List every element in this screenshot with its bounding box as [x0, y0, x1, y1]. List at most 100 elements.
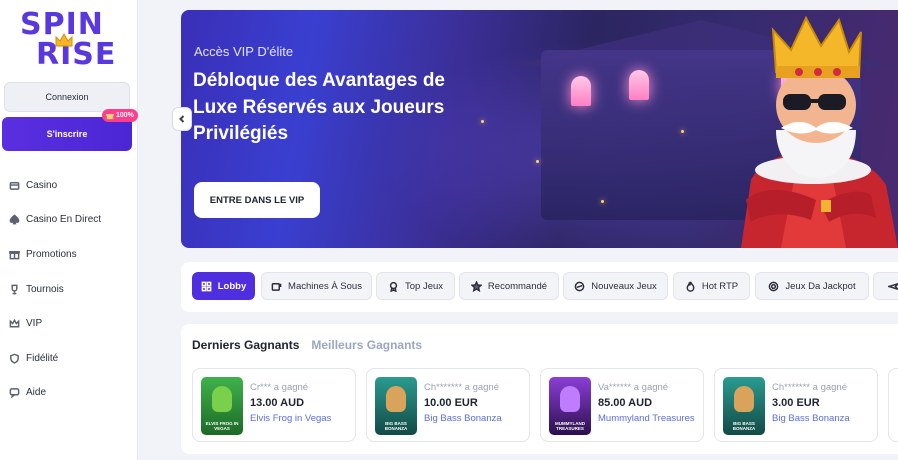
login-button[interactable]: Connexion [4, 82, 130, 112]
banner-sparkle [681, 130, 684, 133]
tab-label: Recommandé [487, 280, 548, 292]
tab-label: Machines À Sous [288, 280, 362, 292]
crown-icon [9, 318, 20, 328]
tab-label: Top Jeux [404, 280, 444, 292]
winner-card[interactable]: ELVIS FROG IN VEGAS Cr*** a gagné 13.00 … [192, 368, 356, 442]
tab-more[interactable] [873, 272, 898, 300]
star-icon [470, 280, 482, 292]
sidebar-item-tournaments[interactable]: Tournois [0, 272, 137, 307]
sidebar-item-label: Casino [26, 179, 58, 191]
winner-name: Ch******* a gagné [772, 382, 848, 393]
game-link[interactable]: Big Bass Bonanza [772, 413, 850, 424]
sidebar-item-vip[interactable]: VIP [0, 306, 137, 341]
winner-card-partial[interactable] [888, 368, 898, 442]
shield-icon [10, 353, 19, 364]
tab-new-games[interactable]: Nouveaux Jeux [563, 272, 668, 300]
sidebar-item-label: Fidélité [26, 352, 59, 364]
collapse-sidebar-button[interactable] [172, 107, 192, 131]
winners-tabs: Derniers Gagnants Meilleurs Gagnants [192, 338, 422, 352]
sidebar: SPIN RISE Connexion S'inscrire 100% Casi… [0, 0, 138, 460]
tab-hot-rtp[interactable]: Hot RTP [673, 272, 750, 300]
banner-window-decor [571, 76, 591, 106]
game-thumbnail: BIG BASS BONANZA [723, 377, 765, 435]
winner-card[interactable]: BIG BASS BONANZA Ch******* a gagné 10.00… [366, 368, 530, 442]
tab-jackpot-games[interactable]: Jeux Da Jackpot [755, 272, 869, 300]
chat-icon [9, 388, 20, 399]
banner-sparkle [481, 120, 484, 123]
banner-kicker: Accès VIP D'élite [194, 44, 294, 59]
mummy-figure [560, 386, 580, 412]
thumbnail-title: MUMMYLAND TREASURES [555, 421, 585, 431]
bonus-badge-text: 100% [116, 112, 134, 119]
win-amount: 85.00 AUD [598, 397, 653, 409]
winner-name: Cr*** a gagné [250, 382, 309, 393]
new-icon [574, 281, 585, 291]
sidebar-item-help[interactable]: Aide [0, 376, 137, 411]
tab-label: Jeux Da Jackpot [785, 280, 856, 292]
casino-icon [9, 181, 20, 190]
chevron-left-icon [179, 115, 185, 123]
winner-card[interactable]: BIG BASS BONANZA Ch******* a gagné 3.00 … [714, 368, 878, 442]
fisherman-figure [734, 386, 754, 412]
sidebar-item-loyalty[interactable]: Fidélité [0, 341, 137, 376]
sidebar-item-live-casino[interactable]: Casino En Direct [0, 203, 137, 238]
jackpot-icon [769, 281, 779, 291]
sidebar-item-promotions[interactable]: Promotions [0, 237, 137, 272]
medal-icon [389, 281, 398, 292]
game-link[interactable]: Elvis Frog in Vegas [250, 413, 331, 424]
winner-card[interactable]: MUMMYLAND TREASURES Va****** a gagné 85.… [540, 368, 704, 442]
sidebar-item-label: VIP [26, 318, 43, 330]
winner-name: Ch******* a gagné [424, 382, 500, 393]
spinrise-logo[interactable]: SPIN RISE [20, 10, 120, 72]
game-link[interactable]: Big Bass Bonanza [424, 413, 502, 424]
winners-section: Derniers Gagnants Meilleurs Gagnants ELV… [181, 324, 898, 454]
sidebar-item-label: Tournois [26, 283, 64, 295]
tab-label: Nouveaux Jeux [591, 280, 657, 292]
trophy-icon [11, 284, 18, 294]
logo-line2: RISE [36, 37, 117, 72]
tab-best-winners[interactable]: Meilleurs Gagnants [311, 338, 422, 352]
tab-latest-winners[interactable]: Derniers Gagnants [192, 338, 299, 352]
game-thumbnail: ELVIS FROG IN VEGAS [201, 377, 243, 435]
sidebar-item-label: Promotions [26, 248, 77, 260]
spade-icon [9, 214, 20, 225]
frog-figure [212, 386, 232, 412]
sidebar-item-casino[interactable]: Casino [0, 168, 137, 203]
logo-crown-icon [55, 32, 73, 47]
win-amount: 3.00 EUR [772, 397, 820, 409]
tab-slots[interactable]: Machines À Sous [261, 272, 372, 300]
flame-icon [686, 280, 695, 292]
win-amount: 10.00 EUR [424, 397, 478, 409]
win-amount: 13.00 AUD [250, 397, 305, 409]
gift-icon [9, 251, 20, 260]
vip-hero-banner: Accès VIP D'élite Débloque des Avantages… [181, 10, 898, 248]
banner-sparkle [601, 200, 604, 203]
game-category-tabs: Lobby Machines À Sous Top Jeux Recommand… [181, 262, 898, 312]
game-link[interactable]: Mummyland Treasures [598, 413, 695, 424]
sidebar-item-label: Aide [26, 387, 47, 399]
king-mascot-illustration [741, 15, 898, 248]
tab-label: Hot RTP [701, 280, 739, 292]
thumbnail-title: BIG BASS BONANZA [384, 421, 408, 431]
slot-icon [271, 282, 282, 291]
tab-label: Lobby [217, 280, 247, 292]
tab-top-games[interactable]: Top Jeux [376, 272, 455, 300]
signup-button[interactable]: S'inscrire [2, 117, 132, 151]
banner-window-decor [629, 70, 649, 100]
bonus-badge: 100% [102, 109, 138, 122]
banner-sparkle [536, 160, 539, 163]
game-thumbnail: BIG BASS BONANZA [375, 377, 417, 435]
enter-vip-button[interactable]: ENTRE DANS LE VIP [194, 182, 320, 218]
thumbnail-title: BIG BASS BONANZA [732, 421, 756, 431]
fisherman-figure [386, 386, 406, 412]
grid-icon [201, 281, 212, 291]
game-thumbnail: MUMMYLAND TREASURES [549, 377, 591, 435]
banner-headline: Débloque des Avantages de Luxe Réservés … [193, 70, 445, 144]
winner-name: Va****** a gagné [598, 382, 669, 393]
gift-icon [106, 113, 114, 119]
thumbnail-title: ELVIS FROG IN VEGAS [205, 421, 239, 431]
main-nav: Casino Casino En Direct Promotions Tourn… [0, 168, 137, 410]
plane-icon [887, 282, 898, 290]
tab-lobby[interactable]: Lobby [192, 272, 255, 300]
tab-recommended[interactable]: Recommandé [459, 272, 559, 300]
